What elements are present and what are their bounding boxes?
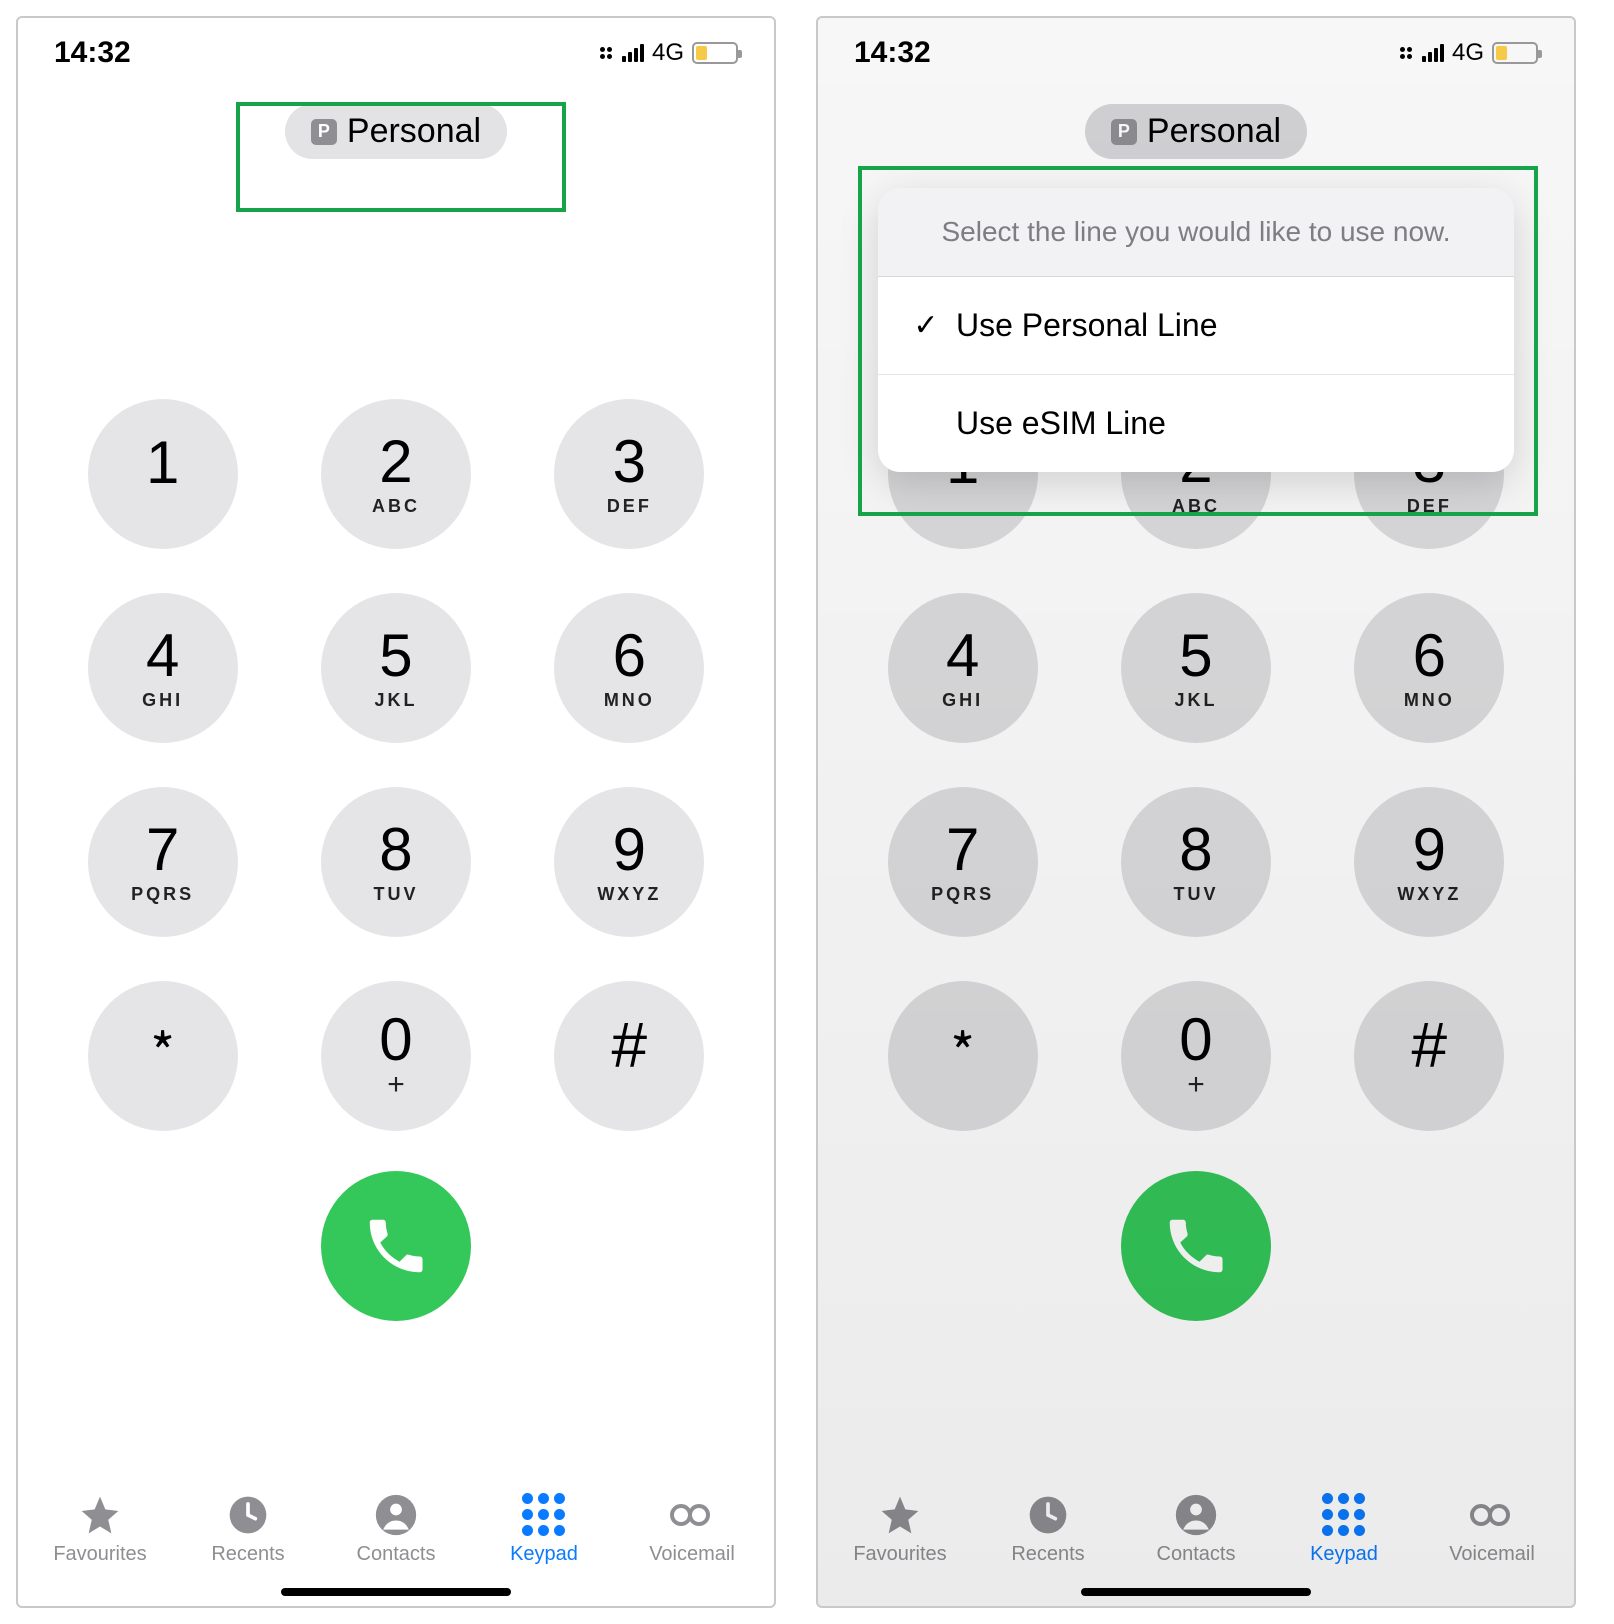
phone-icon xyxy=(361,1211,431,1281)
option-label: Use Personal Line xyxy=(956,307,1217,344)
status-time: 14:32 xyxy=(854,36,931,70)
tab-label: Favourites xyxy=(53,1543,146,1566)
tab-recents[interactable]: Recents xyxy=(978,1493,1118,1566)
key-3[interactable]: 3DEF xyxy=(554,399,704,549)
status-bar: 14:32 4G xyxy=(18,18,774,78)
signal-icon xyxy=(622,44,644,62)
tab-bar: Favourites Recents Contacts Keypad Voice… xyxy=(818,1475,1574,1574)
signal-icon xyxy=(1422,44,1444,62)
dial-keypad: 1 2ABC 3DEF 4GHI 5JKL 6MNO 7PQRS 8TUV 9W… xyxy=(18,399,774,1131)
status-time: 14:32 xyxy=(54,36,131,70)
key-9[interactable]: 9WXYZ xyxy=(1354,787,1504,937)
tab-voicemail[interactable]: Voicemail xyxy=(1422,1493,1562,1566)
voicemail-icon xyxy=(670,1493,714,1537)
home-indicator[interactable] xyxy=(281,1588,511,1596)
phone-screen-line-picker: 14:32 4G P Personal Select the line you … xyxy=(816,16,1576,1608)
tab-label: Recents xyxy=(1011,1543,1084,1566)
person-icon xyxy=(374,1493,418,1537)
call-button[interactable] xyxy=(321,1171,471,1321)
key-star[interactable]: ﹡ xyxy=(88,981,238,1131)
key-7[interactable]: 7PQRS xyxy=(88,787,238,937)
tab-label: Contacts xyxy=(1157,1543,1236,1566)
checkmark-icon: ✓ xyxy=(912,308,940,343)
key-4[interactable]: 4GHI xyxy=(88,593,238,743)
key-5[interactable]: 5JKL xyxy=(1121,593,1271,743)
key-7[interactable]: 7PQRS xyxy=(888,787,1038,937)
key-0[interactable]: 0+ xyxy=(321,981,471,1131)
option-use-personal-line[interactable]: ✓ Use Personal Line xyxy=(878,277,1514,375)
network-label: 4G xyxy=(1452,39,1484,67)
key-4[interactable]: 4GHI xyxy=(888,593,1038,743)
keypad-icon xyxy=(522,1493,566,1537)
tab-bar: Favourites Recents Contacts Keypad Voice… xyxy=(18,1475,774,1574)
tab-voicemail[interactable]: Voicemail xyxy=(622,1493,762,1566)
line-badge-icon: P xyxy=(1111,119,1137,145)
key-2[interactable]: 2ABC xyxy=(321,399,471,549)
key-0[interactable]: 0+ xyxy=(1121,981,1271,1131)
home-indicator[interactable] xyxy=(1081,1588,1311,1596)
option-use-esim-line[interactable]: Use eSIM Line xyxy=(878,375,1514,472)
tab-label: Recents xyxy=(211,1543,284,1566)
phone-icon xyxy=(1161,1211,1231,1281)
key-1[interactable]: 1 xyxy=(88,399,238,549)
key-8[interactable]: 8TUV xyxy=(321,787,471,937)
tab-label: Voicemail xyxy=(649,1543,735,1566)
line-selector-label: Personal xyxy=(1147,112,1281,151)
phone-screen-keypad: 14:32 4G P Personal 1 2ABC 3DEF 4GHI 5JK… xyxy=(16,16,776,1608)
clock-icon xyxy=(1026,1493,1070,1537)
status-bar: 14:32 4G xyxy=(818,18,1574,78)
tab-label: Contacts xyxy=(357,1543,436,1566)
tab-favourites[interactable]: Favourites xyxy=(30,1493,170,1566)
battery-icon xyxy=(692,42,738,64)
tab-label: Keypad xyxy=(1310,1543,1378,1566)
dual-sim-icon xyxy=(600,47,612,59)
line-picker-sheet: Select the line you would like to use no… xyxy=(878,188,1514,472)
tab-contacts[interactable]: Contacts xyxy=(1126,1493,1266,1566)
keypad-icon xyxy=(1322,1493,1366,1537)
key-5[interactable]: 5JKL xyxy=(321,593,471,743)
key-8[interactable]: 8TUV xyxy=(1121,787,1271,937)
sheet-title: Select the line you would like to use no… xyxy=(878,188,1514,277)
key-6[interactable]: 6MNO xyxy=(1354,593,1504,743)
key-star[interactable]: ﹡ xyxy=(888,981,1038,1131)
line-selector-button[interactable]: P Personal xyxy=(285,104,507,159)
tab-label: Voicemail xyxy=(1449,1543,1535,1566)
key-6[interactable]: 6MNO xyxy=(554,593,704,743)
key-9[interactable]: 9WXYZ xyxy=(554,787,704,937)
star-icon xyxy=(78,1493,122,1537)
person-icon xyxy=(1174,1493,1218,1537)
dual-sim-icon xyxy=(1400,47,1412,59)
star-icon xyxy=(878,1493,922,1537)
tab-recents[interactable]: Recents xyxy=(178,1493,318,1566)
network-label: 4G xyxy=(652,39,684,67)
tab-label: Keypad xyxy=(510,1543,578,1566)
key-hash[interactable]: # xyxy=(1354,981,1504,1131)
tab-favourites[interactable]: Favourites xyxy=(830,1493,970,1566)
tab-keypad[interactable]: Keypad xyxy=(1274,1493,1414,1566)
clock-icon xyxy=(226,1493,270,1537)
line-badge-icon: P xyxy=(311,119,337,145)
key-hash[interactable]: # xyxy=(554,981,704,1131)
option-label: Use eSIM Line xyxy=(956,405,1166,442)
tab-contacts[interactable]: Contacts xyxy=(326,1493,466,1566)
line-selector-button[interactable]: P Personal xyxy=(1085,104,1307,159)
tab-keypad[interactable]: Keypad xyxy=(474,1493,614,1566)
call-button[interactable] xyxy=(1121,1171,1271,1321)
voicemail-icon xyxy=(1470,1493,1514,1537)
battery-icon xyxy=(1492,42,1538,64)
status-indicators: 4G xyxy=(1400,39,1538,67)
dial-keypad: 1 2ABC 3DEF 4GHI 5JKL 6MNO 7PQRS 8TUV 9W… xyxy=(818,399,1574,1131)
status-indicators: 4G xyxy=(600,39,738,67)
line-selector-label: Personal xyxy=(347,112,481,151)
tab-label: Favourites xyxy=(853,1543,946,1566)
